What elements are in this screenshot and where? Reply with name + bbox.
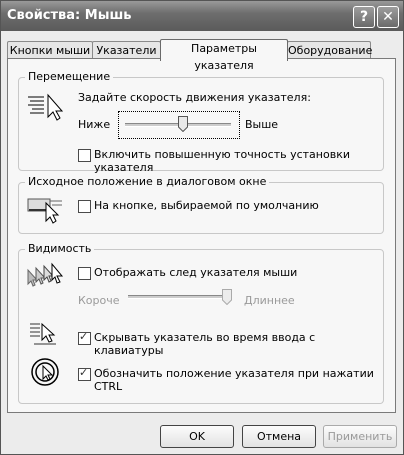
ok-button[interactable]: OK xyxy=(160,425,234,448)
snap-to-group: Исходное положение в диалоговом окне На … xyxy=(18,175,384,234)
snap-to-icon xyxy=(27,198,62,224)
trails-long-label: Длиннее xyxy=(244,294,295,307)
snap-group-label: Исходное положение в диалоговом окне xyxy=(25,175,270,188)
tab-mouse-buttons[interactable]: Кнопки мыши xyxy=(7,41,93,59)
hide-pointer-icon xyxy=(30,322,56,345)
tab-pointers[interactable]: Указатели xyxy=(92,41,161,59)
motion-group: Перемещение Задайте скорость движения ук… xyxy=(18,70,384,174)
visibility-group-label: Видимость xyxy=(25,242,95,255)
speed-label: Задайте скорость движения указателя: xyxy=(78,91,311,104)
visibility-group: Видимость Отображать след указателя мыши… xyxy=(18,242,384,404)
close-button[interactable]: ✕ xyxy=(377,6,399,28)
precision-label: Включить повышенную точность установки у… xyxy=(94,148,350,174)
precision-checkbox[interactable] xyxy=(78,149,91,162)
tab-hardware[interactable]: Оборудование xyxy=(287,41,372,59)
speed-slider[interactable] xyxy=(118,111,240,139)
trails-checkbox[interactable] xyxy=(78,267,91,280)
cancel-button[interactable]: Отмена xyxy=(242,425,316,448)
hide-while-typing-checkbox[interactable] xyxy=(78,330,91,345)
snap-to-checkbox[interactable] xyxy=(78,200,91,213)
pointer-trails-icon xyxy=(27,262,64,287)
mouse-properties-window: Свойства: Мышь ? ✕ Кнопки мыши Указатели… xyxy=(0,0,404,455)
speed-slow-label: Ниже xyxy=(78,118,111,131)
speed-slider-thumb[interactable] xyxy=(178,116,189,133)
ctrl-locate-checkbox[interactable] xyxy=(78,366,91,381)
ctrl-locate-label: Обозначить положение указателя при нажат… xyxy=(94,367,374,393)
trails-length-slider[interactable] xyxy=(124,286,236,308)
speed-fast-label: Выше xyxy=(245,118,279,131)
window-title: Свойства: Мышь xyxy=(7,8,132,23)
pointer-speed-icon xyxy=(28,93,64,121)
trails-label: Отображать след указателя мыши xyxy=(94,266,298,279)
help-button[interactable]: ? xyxy=(353,6,375,28)
motion-group-label: Перемещение xyxy=(25,70,114,83)
tab-pointer-options[interactable]: Параметры указателя xyxy=(160,39,288,72)
trails-slider-track xyxy=(128,295,232,299)
ctrl-locate-icon xyxy=(31,358,59,386)
snap-to-label: На кнопке, выбираемой по умолчанию xyxy=(94,199,319,212)
tab-panel: Перемещение Задайте скорость движения ук… xyxy=(7,58,396,413)
trails-short-label: Короче xyxy=(78,294,120,307)
hide-while-typing-label: Скрывать указатель во время ввода с клав… xyxy=(94,331,316,357)
trails-slider-thumb[interactable] xyxy=(221,289,232,306)
apply-button[interactable]: Применить xyxy=(323,425,397,448)
title-bar[interactable]: Свойства: Мышь ? ✕ xyxy=(1,1,403,31)
